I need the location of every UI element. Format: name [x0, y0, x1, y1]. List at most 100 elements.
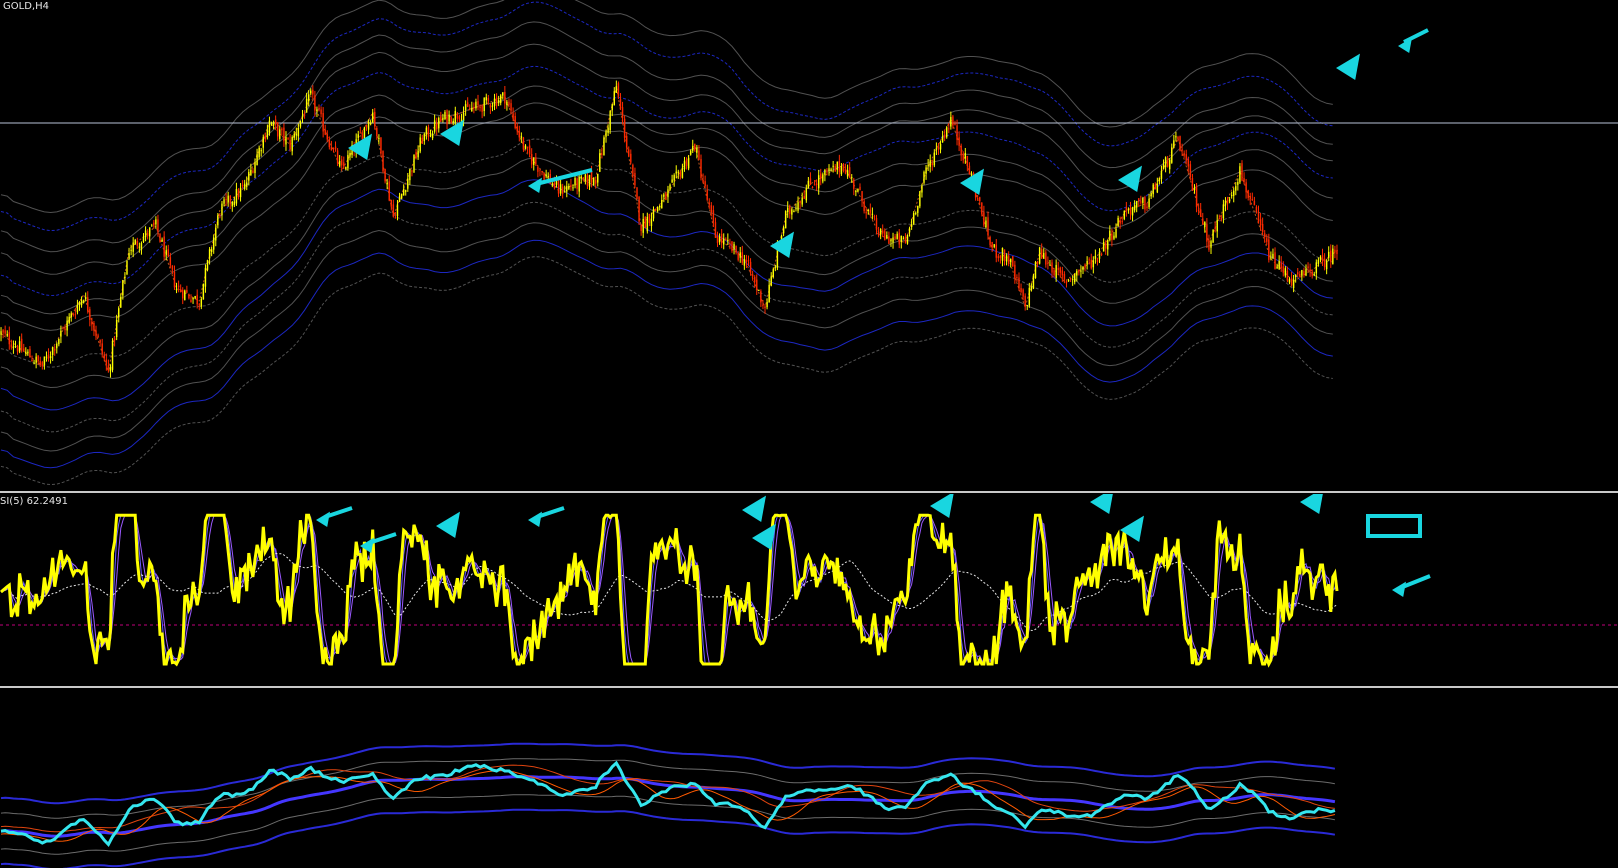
candle	[1135, 200, 1138, 213]
candle	[1319, 255, 1322, 263]
candle-body	[578, 177, 580, 192]
candle	[411, 169, 413, 177]
rsi-indicator-pane[interactable]	[0, 494, 1618, 686]
candle-body	[442, 117, 444, 120]
candle	[834, 164, 836, 172]
candle-body	[1226, 199, 1229, 204]
candle	[999, 255, 1002, 264]
candle-body	[813, 184, 816, 186]
candle-body	[495, 97, 498, 106]
candle-body	[1317, 259, 1320, 264]
candle-body	[1241, 163, 1243, 181]
candle-body	[155, 219, 157, 225]
candle-body	[902, 238, 905, 240]
candle	[433, 114, 436, 134]
candle	[151, 223, 153, 227]
candle-body	[539, 169, 541, 171]
candle-body	[148, 227, 151, 237]
candle-body	[307, 94, 310, 102]
candle-body	[51, 347, 54, 355]
candle-body	[648, 214, 651, 223]
candle-body	[134, 239, 136, 245]
candle	[45, 351, 48, 362]
candle-body	[758, 289, 760, 291]
candle-body	[0, 331, 2, 335]
candle-body	[49, 356, 52, 359]
candle-body	[1121, 221, 1123, 223]
candle	[47, 348, 50, 362]
bottom-indicator-svg	[0, 742, 1336, 868]
candle-body	[1179, 136, 1181, 151]
candle	[188, 293, 190, 300]
candle-body	[1102, 242, 1105, 252]
candle	[1102, 238, 1105, 252]
candle	[844, 163, 847, 175]
pane-separator[interactable]	[0, 686, 1618, 688]
candle-body	[411, 170, 413, 172]
candle-body	[881, 230, 884, 234]
candle-body	[995, 244, 997, 258]
candle	[502, 92, 504, 100]
candle-body	[853, 179, 855, 189]
candle-body	[256, 154, 258, 166]
candle-body	[1113, 235, 1115, 239]
candle-body	[227, 195, 229, 203]
candle	[758, 289, 760, 291]
candle-body	[458, 116, 461, 120]
candle	[1249, 192, 1251, 206]
candle-body	[144, 230, 147, 238]
candle-body	[138, 246, 141, 248]
candle	[326, 130, 328, 143]
candle	[1286, 266, 1289, 283]
candle	[642, 213, 644, 238]
candle-body	[1187, 159, 1190, 167]
candle-body	[770, 276, 772, 286]
candle	[945, 126, 948, 139]
candle-body	[1280, 262, 1282, 269]
candle-body	[968, 165, 971, 175]
candle	[66, 316, 68, 337]
price-chart-svg	[0, 0, 1618, 486]
candle-body	[795, 208, 797, 210]
candle-body	[1290, 278, 1293, 286]
candle	[1158, 177, 1161, 185]
candle	[1166, 155, 1169, 168]
candle	[1251, 192, 1254, 202]
pane-separator[interactable]	[0, 491, 1618, 493]
candle-body	[58, 338, 60, 345]
candle-body	[1214, 227, 1216, 230]
candle-body	[1090, 259, 1092, 269]
candle-body	[725, 238, 727, 240]
candle-body	[454, 111, 457, 123]
candle	[390, 199, 393, 211]
candle-body	[784, 210, 787, 229]
candle	[182, 287, 184, 305]
candle	[87, 291, 89, 314]
candle-body	[611, 104, 613, 111]
candle	[1255, 205, 1258, 214]
candle-body	[999, 255, 1002, 259]
candle-body	[1148, 198, 1150, 208]
candle	[731, 241, 733, 253]
marker-arrow-icon	[528, 511, 542, 527]
candle-body	[1152, 184, 1154, 195]
candle	[435, 117, 438, 136]
candle	[749, 258, 752, 276]
candle	[1210, 239, 1212, 254]
candle-body	[993, 244, 995, 248]
candle	[473, 102, 475, 114]
candle-body	[915, 212, 917, 214]
candle-body	[766, 301, 768, 308]
candle	[95, 325, 97, 341]
price-chart-pane[interactable]: GOLD,H4	[0, 0, 1618, 491]
bottom-indicator-pane[interactable]	[0, 689, 1618, 868]
candle	[196, 289, 198, 309]
candle-body	[167, 249, 170, 257]
candle	[516, 122, 518, 135]
candle-body	[398, 196, 401, 202]
candle-body	[747, 260, 750, 262]
candle-body	[681, 168, 684, 178]
candle	[464, 100, 467, 116]
candle-body	[388, 181, 390, 201]
candle	[636, 187, 638, 200]
